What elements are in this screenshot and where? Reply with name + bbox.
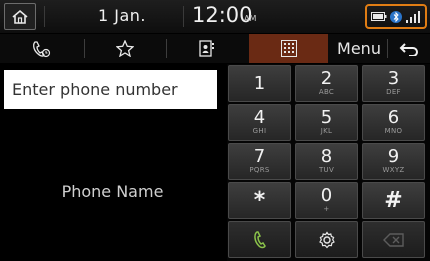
key-digit: 9 [387, 146, 400, 167]
settings-button[interactable] [295, 221, 358, 258]
menu-label: Menu [337, 39, 381, 58]
key-letters: + [323, 205, 330, 213]
phone-number-input[interactable]: Enter phone number [4, 70, 217, 109]
back-arrow-icon [399, 42, 418, 56]
tab-recent-calls[interactable] [0, 34, 82, 63]
key-letters: ABC [318, 88, 335, 96]
phone-number-placeholder: Enter phone number [12, 80, 178, 99]
key-letters: PQRS [249, 166, 270, 174]
divider [183, 6, 184, 27]
key-digit: 6 [387, 107, 400, 128]
date-display: 1 Jan. [98, 6, 147, 25]
tab-favorites[interactable] [85, 34, 165, 63]
clock-ampm: AM [244, 14, 257, 23]
key-hash[interactable]: # [362, 182, 425, 219]
contacts-icon [199, 40, 214, 57]
key-0[interactable]: 0 + [295, 182, 358, 219]
key-letters: JKL [320, 127, 333, 135]
key-star[interactable]: * [228, 182, 291, 219]
home-icon [12, 9, 28, 24]
key-letters: GHI [252, 127, 267, 135]
key-symbol: * [253, 188, 266, 213]
battery-icon [371, 12, 387, 21]
key-letters: TUV [318, 166, 335, 174]
call-icon [253, 230, 266, 248]
key-2[interactable]: 2 ABC [295, 65, 358, 102]
phone-name-label: Phone Name [61, 182, 164, 201]
settings-icon [318, 230, 335, 248]
key-digit: 7 [253, 146, 266, 167]
tab-contacts[interactable] [167, 34, 247, 63]
menu-button[interactable]: Menu [333, 34, 385, 63]
key-digit: 2 [320, 68, 333, 89]
favorites-icon [116, 40, 134, 57]
key-6[interactable]: 6 MNO [362, 104, 425, 141]
call-button[interactable] [228, 221, 291, 258]
delete-icon [382, 232, 404, 247]
key-digit: 8 [320, 146, 333, 167]
tab-keypad[interactable] [249, 34, 328, 63]
key-digit: 1 [253, 72, 266, 94]
bluetooth-icon [389, 10, 402, 23]
dial-keypad: 1 2 ABC 3 DEF 4 GHI 5 JKL 6 MNO 7 PQRS 8… [227, 64, 430, 261]
key-letters: WXYZ [382, 166, 405, 174]
key-digit: 4 [253, 107, 266, 128]
key-letters: MNO [384, 127, 403, 135]
key-letters: DEF [386, 88, 401, 96]
key-digit: 5 [320, 107, 333, 128]
key-1[interactable]: 1 [228, 65, 291, 102]
dial-panel: Enter phone number Phone Name [0, 64, 225, 261]
key-symbol: # [384, 188, 403, 213]
delete-button[interactable] [362, 221, 425, 258]
divider [44, 6, 45, 27]
signal-icon [405, 10, 420, 23]
home-button[interactable] [4, 3, 36, 30]
key-4[interactable]: 4 GHI [228, 104, 291, 141]
key-8[interactable]: 8 TUV [295, 143, 358, 180]
key-3[interactable]: 3 DEF [362, 65, 425, 102]
recent-calls-icon [33, 40, 51, 57]
toolbar: Menu [0, 34, 430, 63]
key-7[interactable]: 7 PQRS [228, 143, 291, 180]
keypad-icon [280, 40, 297, 57]
status-bar: 1 Jan. 12:00 AM [0, 0, 430, 33]
key-digit: 3 [387, 68, 400, 89]
key-digit: 0 [320, 185, 333, 206]
status-icons-group [365, 4, 427, 29]
back-button[interactable] [388, 34, 430, 63]
key-5[interactable]: 5 JKL [295, 104, 358, 141]
key-9[interactable]: 9 WXYZ [362, 143, 425, 180]
